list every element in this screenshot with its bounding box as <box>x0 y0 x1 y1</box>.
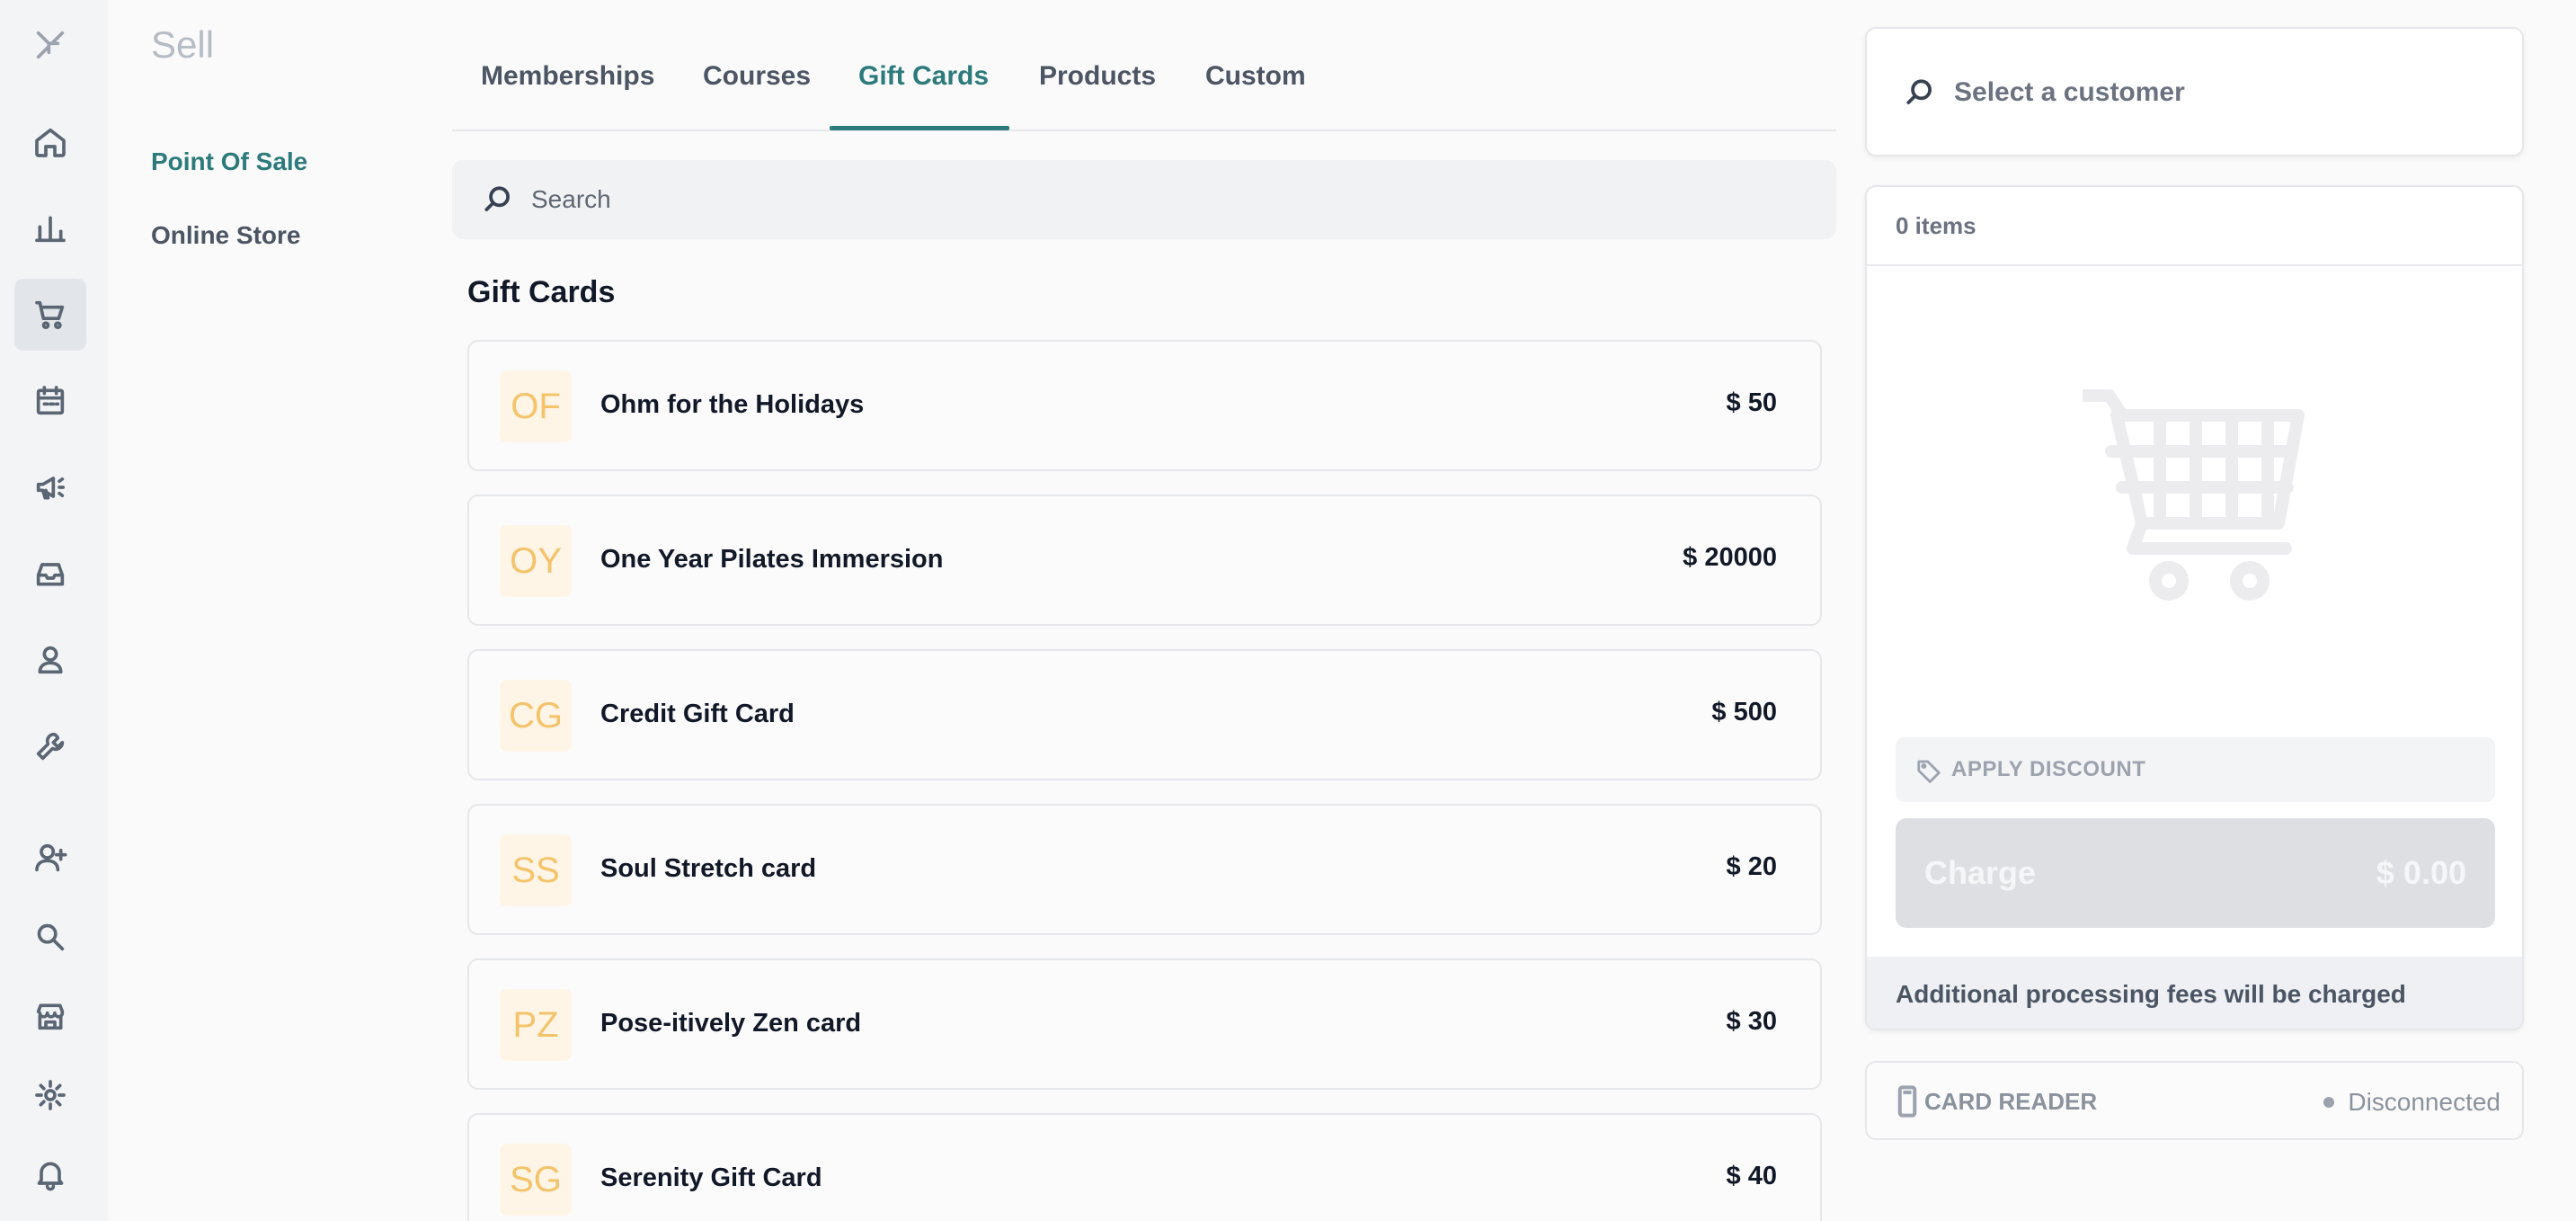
gift-card-item[interactable]: OY One Year Pilates Immersion $ 20000 <box>467 495 1822 626</box>
section-heading: Sell <box>151 23 215 66</box>
gift-card-name: Serenity Gift Card <box>600 1163 822 1192</box>
search-bar <box>452 160 1836 239</box>
gift-card-price: $ 40 <box>1726 1162 1777 1190</box>
subnav-item-point-of-sale[interactable]: Point Of Sale <box>151 147 307 176</box>
logo-icon[interactable] <box>14 9 86 81</box>
gift-card-item[interactable]: PZ Pose-itively Zen card $ 30 <box>467 958 1822 1090</box>
gift-card-price: $ 500 <box>1711 698 1777 726</box>
tab-custom[interactable]: Custom <box>1205 61 1306 92</box>
gift-card-item[interactable]: SG Serenity Gift Card $ 40 <box>467 1113 1822 1221</box>
divider <box>1867 264 2522 266</box>
gift-card-name: Credit Gift Card <box>600 700 795 728</box>
status-dot <box>2323 1097 2334 1108</box>
apply-discount-label: APPLY DISCOUNT <box>1951 757 2146 781</box>
search-icon <box>1906 79 1932 104</box>
section-title: Gift Cards <box>467 275 616 309</box>
gift-card-price: $ 30 <box>1726 1007 1777 1036</box>
shopping-cart-icon[interactable] <box>14 279 86 351</box>
icon-rail <box>0 0 108 1221</box>
customer-placeholder: Select a customer <box>1954 77 2185 107</box>
customer-selector[interactable]: Select a customer <box>1865 27 2524 156</box>
initials-badge: CG <box>500 680 572 752</box>
add-user-icon[interactable] <box>14 822 86 894</box>
gift-card-name: Pose-itively Zen card <box>600 1009 862 1038</box>
card-reader-label: CARD READER <box>1924 1088 2098 1115</box>
wrench-icon[interactable] <box>14 710 86 782</box>
initials-badge: SS <box>500 834 572 906</box>
home-icon[interactable] <box>14 106 86 178</box>
gift-card-price: $ 20000 <box>1683 543 1777 572</box>
gift-card-item[interactable]: CG Credit Gift Card $ 500 <box>467 649 1822 780</box>
gift-card-item[interactable]: OF Ohm for the Holidays $ 50 <box>467 340 1822 471</box>
catalog-tabs: Memberships Courses Gift Cards Products … <box>452 36 1836 131</box>
gift-card-price: $ 20 <box>1726 852 1777 881</box>
cart-panel: 0 items APPLY DISCOUNT Charge $ 0.00 Add… <box>1865 185 2524 1030</box>
cart-item-count: 0 items <box>1896 212 1976 239</box>
subnav-item-online-store[interactable]: Online Store <box>151 221 300 250</box>
apply-discount-button[interactable]: APPLY DISCOUNT <box>1896 737 2495 802</box>
fees-notice: Additional processing fees will be charg… <box>1867 957 2522 1029</box>
tab-gift-cards[interactable]: Gift Cards <box>858 61 989 92</box>
tab-products[interactable]: Products <box>1039 61 1156 92</box>
user-icon[interactable] <box>14 624 86 696</box>
gift-card-item[interactable]: SS Soul Stretch card $ 20 <box>467 804 1822 935</box>
card-reader-connection-status: Disconnected <box>2348 1088 2500 1116</box>
bar-chart-icon[interactable] <box>14 192 86 264</box>
inbox-icon[interactable] <box>14 538 86 610</box>
search-input[interactable] <box>531 178 1790 221</box>
initials-badge: OF <box>500 370 572 442</box>
gift-card-price: $ 50 <box>1726 388 1777 417</box>
active-tab-indicator <box>830 126 1009 130</box>
search-icon[interactable] <box>14 901 86 973</box>
initials-badge: SG <box>500 1144 572 1216</box>
calendar-icon[interactable] <box>14 365 86 437</box>
store-icon[interactable] <box>14 980 86 1052</box>
charge-button[interactable]: Charge $ 0.00 <box>1896 818 2495 928</box>
gear-icon[interactable] <box>14 1059 86 1131</box>
card-reader-status[interactable]: CARD READER Disconnected <box>1865 1061 2524 1140</box>
initials-badge: OY <box>500 525 572 597</box>
charge-label: Charge <box>1924 854 2037 891</box>
gift-card-name: Ohm for the Holidays <box>600 390 865 419</box>
tab-courses[interactable]: Courses <box>703 61 811 92</box>
search-icon <box>484 186 510 211</box>
fees-note: Additional processing fees will be charg… <box>1896 980 2406 1008</box>
gift-card-name: Soul Stretch card <box>600 854 817 883</box>
tab-memberships[interactable]: Memberships <box>481 61 654 92</box>
initials-badge: PZ <box>500 989 572 1061</box>
tag-icon <box>1917 760 1941 783</box>
charge-amount: $ 0.00 <box>2376 854 2466 891</box>
secondary-nav: Sell Point Of Sale Online Store <box>108 0 449 1221</box>
card-reader-icon <box>1897 1085 1917 1118</box>
megaphone-icon[interactable] <box>14 451 86 523</box>
empty-cart-icon <box>2083 389 2305 601</box>
gift-card-name: One Year Pilates Immersion <box>600 545 944 574</box>
bell-icon[interactable] <box>14 1138 86 1210</box>
